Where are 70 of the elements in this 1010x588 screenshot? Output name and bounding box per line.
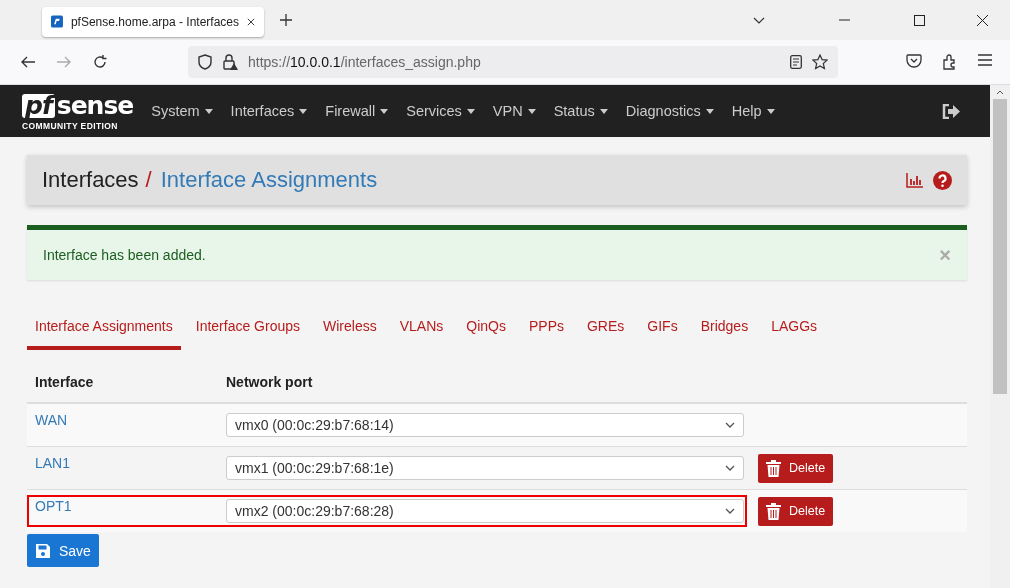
bar-chart-icon[interactable] [906,172,923,188]
breadcrumb-page[interactable]: Interface Assignments [160,167,378,193]
tab[interactable]: LAGGs [763,306,826,350]
breadcrumb-separator: / [145,167,152,193]
chevron-down-icon [725,508,735,514]
reader-view-icon[interactable] [790,55,802,69]
delete-button[interactable]: Delete [758,453,834,483]
column-header: Interface [35,374,94,390]
caret-icon [380,108,389,114]
star-icon[interactable] [812,54,828,70]
caret-icon [527,108,536,114]
port-select[interactable]: vmx1 (00:0c:29:b7:68:1e) [226,456,744,480]
shield-icon [198,54,212,70]
maximize-icon[interactable] [914,14,925,26]
scrollbar[interactable] [990,85,1010,588]
save-button[interactable]: Save [27,534,99,567]
puzzle-icon[interactable] [942,54,958,70]
delete-button[interactable]: Delete [758,496,834,526]
nav-menu-item[interactable]: System [151,103,213,119]
browser-tab[interactable]: pfSense.home.arpa - Interfaces [42,6,264,37]
port-select[interactable]: vmx0 (00:0c:29:b7:68:14) [226,413,744,437]
tab[interactable]: Interface Assignments [27,306,181,350]
help-icon[interactable] [933,170,952,190]
chevron-down-icon[interactable] [753,16,765,24]
nav-menu-item[interactable]: Firewall [325,103,389,119]
nav-menu-item[interactable]: VPN [492,103,536,119]
chevron-down-icon [725,465,735,471]
url-text: https://10.0.0.1/interfaces_assign.php [248,54,481,70]
port-select[interactable]: vmx2 (00:0c:29:b7:68:28) [226,499,744,523]
caret-icon [204,108,213,114]
trash-icon [766,502,781,520]
caret-icon [466,108,475,114]
reload-icon[interactable] [93,55,107,69]
interface-link[interactable]: WAN [35,412,68,428]
column-header: Network port [226,374,313,390]
chevron-down-icon [725,422,735,428]
menu-icon[interactable] [978,54,992,66]
trash-icon [766,459,781,477]
nav-menu-item[interactable]: Diagnostics [625,103,714,119]
interface-link[interactable]: OPT1 [35,498,72,514]
nav-menu-item[interactable]: Help [731,103,775,119]
logout-icon[interactable] [942,103,960,119]
tab[interactable]: VLANs [391,306,452,350]
new-tab-icon[interactable] [280,14,292,26]
caret-icon [299,108,308,114]
interface-link[interactable]: LAN1 [35,455,71,471]
caret-icon [599,108,608,114]
caret-icon [705,108,714,114]
tab[interactable]: PPPs [520,306,572,350]
tab[interactable]: GIFs [639,306,686,350]
caret-icon [766,108,775,114]
tab[interactable]: GREs [579,306,633,350]
logo[interactable]: pf sense COMMUNITY EDITION [22,93,134,131]
tab[interactable]: Bridges [692,306,757,350]
tab[interactable]: Wireless [315,306,385,350]
back-icon[interactable] [21,56,35,68]
nav-menu-item[interactable]: Services [406,103,475,119]
lock-warning-icon [222,54,238,70]
close-icon[interactable] [977,14,988,26]
favicon-icon [51,14,63,29]
close-icon[interactable] [247,16,255,27]
pocket-icon[interactable] [906,54,922,68]
breadcrumb-section[interactable]: Interfaces [42,167,139,193]
address-bar[interactable]: https://10.0.0.1/interfaces_assign.php [188,46,838,78]
tab[interactable]: Interface Groups [187,306,309,350]
nav-menu-item[interactable]: Interfaces [230,103,308,119]
scroll-up-icon[interactable] [996,90,1004,95]
nav-menu-item[interactable]: Status [553,103,608,119]
tab[interactable]: QinQs [458,306,514,350]
alert-message: Interface has been added. [43,247,206,263]
